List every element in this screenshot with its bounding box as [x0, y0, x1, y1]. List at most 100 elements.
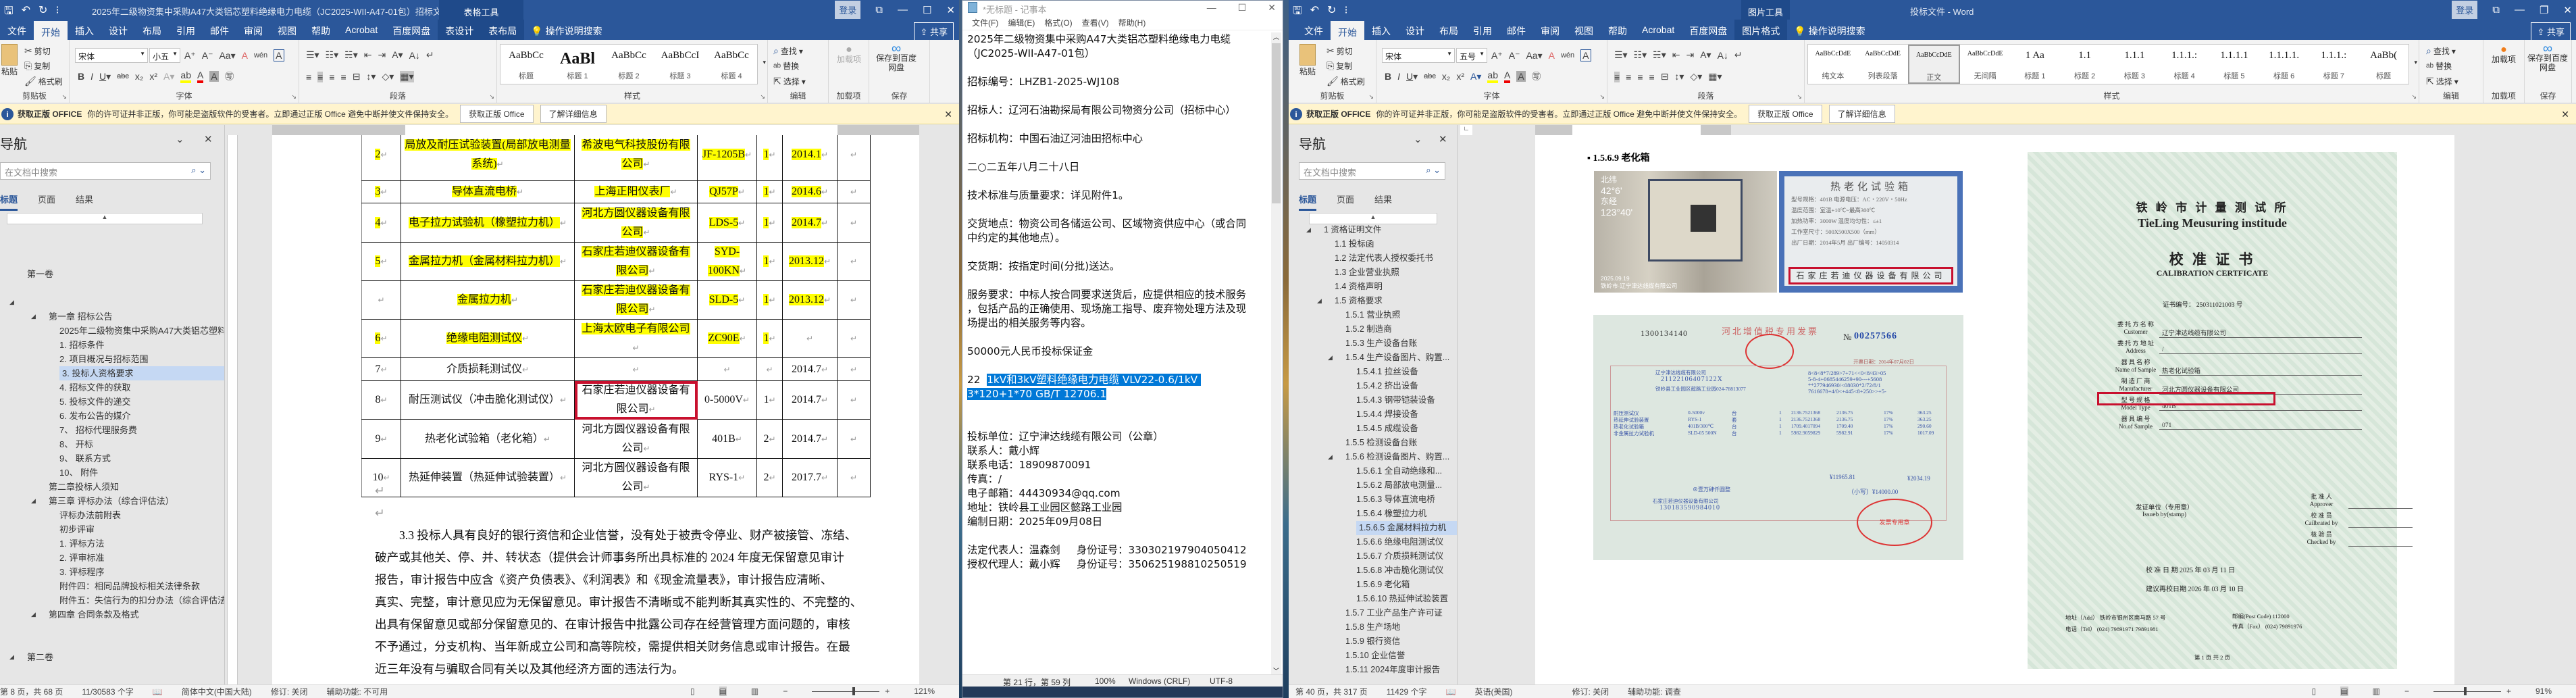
nav-item[interactable]: 1.5.6.7 介质损耗测试仪: [1289, 549, 1457, 564]
dialog-launcher-icon[interactable]: ↘: [760, 93, 765, 101]
tab-7[interactable]: 审阅: [236, 20, 270, 40]
bullets-icon[interactable]: ☰▾: [1614, 49, 1628, 61]
line-spacing-icon[interactable]: ↕▾: [366, 71, 376, 82]
ribbon-display-icon[interactable]: ⧉: [2492, 4, 2500, 16]
style-0[interactable]: AaBbCcDdE 纯文本: [1808, 45, 1858, 84]
multilevel-list-icon[interactable]: ☵▾: [344, 49, 358, 61]
print-layout-icon[interactable]: ▤: [2340, 687, 2348, 696]
undo-icon[interactable]: ↶: [1310, 3, 1319, 22]
tab-5[interactable]: 引用: [169, 20, 203, 40]
style-0[interactable]: AaBbCc 标题: [500, 45, 552, 84]
nav-item[interactable]: 评标办法前附表: [0, 508, 224, 522]
nav-item[interactable]: 4. 招标文件的获取: [0, 380, 224, 395]
close-button[interactable]: ✕: [2563, 4, 2572, 16]
nav-item[interactable]: ◢ 1.5 资格要求: [1289, 294, 1457, 308]
bullets-icon[interactable]: ☰▾: [306, 49, 319, 61]
align-right-icon[interactable]: ≡: [329, 72, 334, 82]
save-icon[interactable]: 🖫: [4, 3, 14, 22]
tell-me-search[interactable]: 💡 操作说明搜索: [524, 20, 609, 40]
web-layout-icon[interactable]: ▥: [2373, 687, 2380, 696]
collapse-up-button[interactable]: ▲: [7, 213, 203, 224]
read-mode-icon[interactable]: ▯: [2312, 687, 2317, 696]
align-right-icon[interactable]: ≡: [1637, 72, 1643, 82]
expand-arrow-icon[interactable]: ◢: [31, 309, 36, 324]
italic-icon[interactable]: I: [1397, 71, 1400, 82]
font-size-select[interactable]: 小五 ▼: [149, 48, 180, 63]
scroll-thumb[interactable]: [1272, 43, 1281, 203]
nav-item[interactable]: ◢ 1.5.6 检测设备图片、购置...: [1289, 450, 1457, 464]
nav-item[interactable]: 1.5.6.1 全自动绝缘和...: [1289, 464, 1457, 478]
copy-button[interactable]: ⎘ 复制: [24, 60, 50, 72]
nav-item[interactable]: 1. 评标方法: [0, 537, 224, 551]
char-border-icon[interactable]: A: [274, 49, 284, 61]
align-left-icon[interactable]: ≡: [306, 72, 311, 82]
nav-item[interactable]: 1.5.11 2024年度审计报告: [1289, 663, 1457, 677]
tab-6[interactable]: 邮件: [203, 20, 236, 40]
tab-7[interactable]: 审阅: [1533, 20, 1567, 40]
redo-icon[interactable]: ↻: [1327, 3, 1336, 22]
learn-more-button[interactable]: 了解详细信息: [540, 105, 607, 123]
track-changes[interactable]: 修订: 关闭: [1572, 686, 1609, 697]
replace-button[interactable]: ab 替换: [773, 60, 799, 72]
tab-8[interactable]: 视图: [1567, 20, 1601, 40]
nav-item[interactable]: 7、 招标代理服务费: [0, 423, 224, 437]
redo-icon[interactable]: ↻: [38, 3, 47, 22]
decrease-indent-icon[interactable]: ⇤: [364, 49, 372, 61]
tab-2[interactable]: 插入: [1364, 20, 1398, 40]
read-mode-icon[interactable]: ▯: [690, 687, 695, 696]
menu-3[interactable]: 查看(V): [1082, 17, 1109, 30]
nav-item[interactable]: 2. 项目概况与招标范围: [0, 352, 224, 366]
highlight-color-icon[interactable]: ab: [180, 70, 191, 83]
strikethrough-icon[interactable]: abc: [1424, 72, 1436, 80]
find-button[interactable]: ⌕ 查找 ▾: [2426, 45, 2456, 57]
tab-4[interactable]: 布局: [1432, 20, 1466, 40]
tab-0[interactable]: 文件: [1297, 20, 1331, 40]
vertical-scrollbar[interactable]: [948, 135, 959, 684]
save-to-baidu-button[interactable]: ∞ 保存到百度网盘: [2527, 42, 2568, 72]
dialog-launcher-icon[interactable]: ↘: [61, 93, 67, 101]
underline-icon[interactable]: U▾: [99, 71, 111, 82]
nav-item[interactable]: 1.1 投标函: [1289, 237, 1457, 251]
nav-item[interactable]: 1.5.6.9 老化箱: [1289, 578, 1457, 592]
tab-8[interactable]: 视图: [270, 20, 304, 40]
text-effects-icon[interactable]: A▾: [163, 71, 174, 82]
language[interactable]: 简体中文(中国大陆): [182, 686, 252, 697]
chevron-down-icon[interactable]: ⌄: [176, 133, 184, 145]
close-icon[interactable]: ✕: [944, 109, 952, 120]
tell-me-search[interactable]: 💡 操作说明搜索: [1787, 20, 1872, 40]
menu-0[interactable]: 文件(F): [972, 17, 998, 30]
style-9[interactable]: 1.1.1.1. 标题 6: [2259, 45, 2309, 84]
style-7[interactable]: 1.1.1.: 标题 4: [2159, 45, 2209, 84]
page-count[interactable]: 第 8 页，共 68 页: [0, 686, 63, 697]
zoom-slider[interactable]: [812, 687, 880, 695]
nav-item[interactable]: 1.5.1 营业执照: [1289, 308, 1457, 322]
minimize-button[interactable]: —: [898, 4, 908, 16]
expand-arrow-icon[interactable]: ◢: [1328, 351, 1333, 365]
tab-1[interactable]: 开始: [1331, 20, 1364, 40]
nav-item[interactable]: 2025年二级物资集中采购A47大类铝芯塑料...: [0, 324, 224, 338]
distributed-icon[interactable]: ⊟: [1661, 71, 1669, 82]
nav-item[interactable]: 附件四：相同品牌投标相关法律条款: [0, 579, 224, 593]
shading-icon[interactable]: ◇▾: [382, 71, 394, 82]
nav-item[interactable]: ◢ 第三章 评标办法（综合评估法）: [0, 494, 224, 508]
close-icon[interactable]: ✕: [1439, 133, 1447, 145]
proofing-icon[interactable]: 📖: [153, 687, 163, 697]
nav-item[interactable]: 1.5.6.8 冲击脆化测试仪: [1289, 564, 1457, 578]
select-button[interactable]: ⇱ 选择 ▾: [773, 76, 806, 87]
share-button[interactable]: ⇪ 共享: [914, 22, 954, 41]
zoom-out-button[interactable]: −: [783, 687, 788, 696]
sort-icon[interactable]: A↓: [409, 50, 420, 61]
nav-item[interactable]: ◢ 第一章 招标公告: [0, 309, 224, 324]
align-center-icon[interactable]: ≡: [1626, 72, 1631, 82]
save-to-baidu-button[interactable]: ∞ 保存到百度网盘: [876, 42, 917, 72]
minimize-button[interactable]: —: [1207, 2, 1216, 14]
nav-item[interactable]: 3. 评标程序: [0, 565, 224, 579]
style-3[interactable]: AaBbCcDdE 无间隔: [1960, 45, 2010, 84]
page-count[interactable]: 第 40 页，共 317 页: [1295, 686, 1368, 697]
horizontal-ruler[interactable]: [272, 125, 919, 135]
tab-0[interactable]: 文件: [0, 20, 34, 40]
nav-item[interactable]: 1.5.6.2 局部放电测量...: [1289, 478, 1457, 493]
style-11[interactable]: AaBb(标题: [2359, 45, 2408, 84]
search-icon[interactable]: ⌕ ⌄: [1426, 165, 1441, 176]
nav-tab-2[interactable]: 结果: [1374, 193, 1392, 211]
